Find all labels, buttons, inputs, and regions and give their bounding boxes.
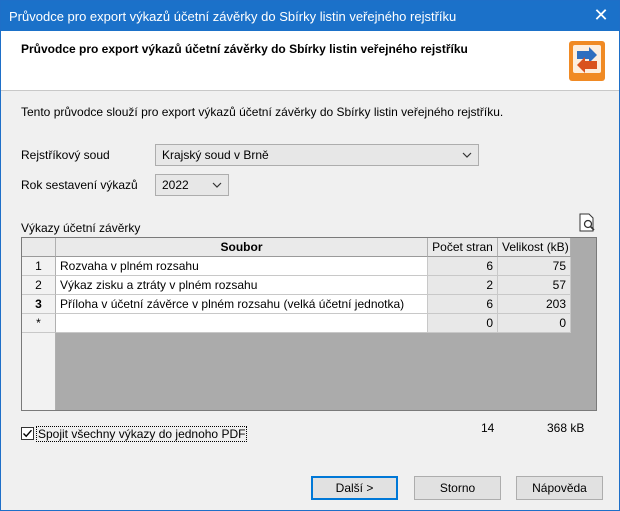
merge-checkbox-label[interactable]: Spojit všechny výkazy do jednoho PDF bbox=[36, 426, 248, 442]
close-icon[interactable]: ✕ bbox=[591, 5, 611, 25]
window-title: Průvodce pro export výkazů účetní závěrk… bbox=[9, 9, 457, 24]
column-header-pages[interactable]: Počet stran bbox=[428, 238, 498, 257]
total-size: 368 kB bbox=[547, 421, 585, 435]
court-label: Rejstříkový soud bbox=[21, 148, 110, 162]
intro-text: Tento průvodce slouží pro export výkazů … bbox=[21, 105, 504, 119]
pages-cell: 0 bbox=[428, 314, 498, 333]
reports-label: Výkazy účetní závěrky bbox=[21, 221, 141, 235]
wizard-header: Průvodce pro export výkazů účetní závěrk… bbox=[1, 31, 619, 91]
size-cell: 203 bbox=[498, 295, 571, 314]
size-cell: 0 bbox=[498, 314, 571, 333]
title-bar: Průvodce pro export výkazů účetní závěrk… bbox=[1, 1, 619, 31]
pages-cell: 2 bbox=[428, 276, 498, 295]
size-cell: 57 bbox=[498, 276, 571, 295]
file-cell[interactable] bbox=[56, 314, 428, 333]
table-row[interactable]: 2 Výkaz zisku a ztráty v plném rozsahu 2… bbox=[22, 276, 571, 295]
row-header-filler bbox=[22, 333, 56, 410]
row-number: * bbox=[22, 314, 56, 333]
page-title: Průvodce pro export výkazů účetní závěrk… bbox=[21, 42, 468, 56]
column-header-size[interactable]: Velikost (kB) bbox=[498, 238, 571, 257]
print-preview-icon[interactable] bbox=[577, 213, 597, 233]
app-logo-icon bbox=[569, 41, 605, 81]
reports-table[interactable]: Soubor Počet stran Velikost (kB) 1 Rozva… bbox=[21, 237, 597, 411]
size-cell: 75 bbox=[498, 257, 571, 276]
file-cell[interactable]: Výkaz zisku a ztráty v plném rozsahu bbox=[56, 276, 428, 295]
table-row[interactable]: 3 Příloha v účetní závěrce v plném rozsa… bbox=[22, 295, 571, 314]
total-pages: 14 bbox=[481, 421, 495, 435]
file-cell[interactable]: Rozvaha v plném rozsahu bbox=[56, 257, 428, 276]
year-select[interactable]: 2022 bbox=[155, 174, 229, 196]
chevron-down-icon bbox=[462, 152, 472, 158]
year-label: Rok sestavení výkazů bbox=[21, 178, 138, 192]
cancel-button[interactable]: Storno bbox=[414, 476, 501, 500]
checkmark-icon bbox=[23, 429, 33, 438]
year-value: 2022 bbox=[162, 178, 189, 192]
row-number: 1 bbox=[22, 257, 56, 276]
court-select[interactable]: Krajský soud v Brně bbox=[155, 144, 479, 166]
corner-cell bbox=[22, 238, 56, 257]
file-cell[interactable]: Příloha v účetní závěrce v plném rozsahu… bbox=[56, 295, 428, 314]
help-button[interactable]: Nápověda bbox=[516, 476, 603, 500]
pages-cell: 6 bbox=[428, 257, 498, 276]
merge-checkbox[interactable] bbox=[21, 427, 34, 440]
chevron-down-icon bbox=[212, 182, 222, 188]
table-row[interactable]: 1 Rozvaha v plném rozsahu 6 75 bbox=[22, 257, 571, 276]
court-value: Krajský soud v Brně bbox=[162, 148, 269, 162]
row-number: 2 bbox=[22, 276, 56, 295]
pages-cell: 6 bbox=[428, 295, 498, 314]
next-button[interactable]: Další > bbox=[311, 476, 398, 500]
new-row[interactable]: * 0 0 bbox=[22, 314, 571, 333]
row-number: 3 bbox=[22, 295, 56, 314]
wizard-window: Průvodce pro export výkazů účetní závěrk… bbox=[0, 0, 620, 511]
table-header: Soubor Počet stran Velikost (kB) bbox=[22, 238, 596, 257]
column-header-file[interactable]: Soubor bbox=[56, 238, 428, 257]
